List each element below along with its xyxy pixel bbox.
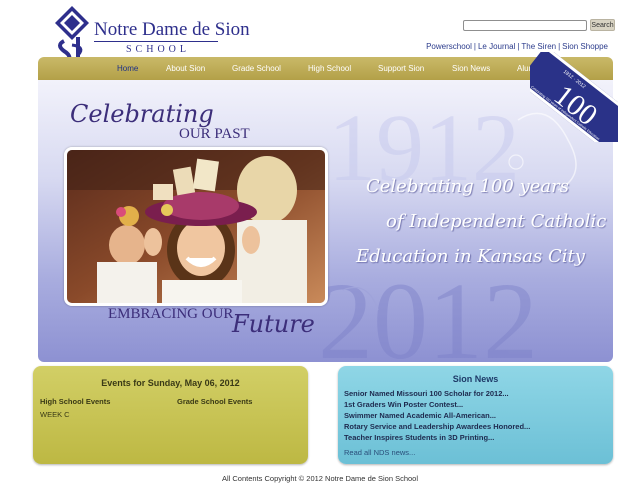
logo-school: SCHOOL [126, 44, 191, 55]
hero-line-1: Celebrating 100 years [366, 176, 569, 197]
news-item[interactable]: 1st Graders Win Poster Contest... [344, 400, 463, 409]
hero-future: Future [232, 310, 315, 338]
hero-year-end: 2012 [318, 260, 538, 362]
nav-grade-school[interactable]: Grade School [232, 64, 281, 73]
hero-our-past: OUR PAST [179, 126, 250, 142]
link-le-journal[interactable]: Le Journal [478, 42, 515, 51]
main-nav: Home About Sion Grade School High School… [38, 57, 613, 80]
search-input[interactable] [463, 20, 587, 31]
news-item[interactable]: Swimmer Named Academic All-American... [344, 411, 496, 420]
nav-high-school[interactable]: High School [308, 64, 351, 73]
hero-line-3: Education in Kansas City [356, 246, 585, 267]
events-title: Events for Sunday, May 06, 2012 [101, 378, 240, 388]
high-school-events-heading: High School Events [40, 397, 111, 406]
nav-about-sion[interactable]: About Sion [166, 64, 205, 73]
link-the-siren[interactable]: The Siren [521, 42, 556, 51]
hero-embracing: EMBRACING OUR [108, 306, 234, 322]
news-item[interactable]: Teacher Inspires Students in 3D Printing… [344, 433, 494, 442]
footer-copyright: All Contents Copyright © 2012 Notre Dame… [221, 474, 419, 483]
grade-school-events-heading: Grade School Events [177, 397, 253, 406]
nav-support-sion[interactable]: Support Sion [378, 64, 424, 73]
events-panel: Events for Sunday, May 06, 2012 High Sch… [33, 366, 308, 464]
link-separator: | [473, 42, 476, 51]
news-item[interactable]: Senior Named Missouri 100 Scholar for 20… [344, 389, 509, 398]
read-all-news-link[interactable]: Read all NDS news... [344, 448, 415, 457]
centennial-badge-icon: 100 1912 · 2012 Celebrating 100 years of… [530, 52, 618, 142]
news-panel: Sion News Senior Named Missouri 100 Scho… [338, 366, 613, 464]
hero-photo [64, 147, 328, 306]
link-sion-shoppe[interactable]: Sion Shoppe [562, 42, 608, 51]
search-button[interactable]: Search [590, 19, 615, 31]
nav-sion-news[interactable]: Sion News [452, 64, 490, 73]
hero-celebrating: Celebrating [70, 100, 214, 128]
hero-banner[interactable]: 1912 2012 Celebrating OUR PAST EMBRACING… [38, 80, 613, 362]
logo-name: Notre Dame de Sion [94, 19, 250, 40]
link-separator: | [517, 42, 520, 51]
news-item[interactable]: Rotary Service and Leadership Awardees H… [344, 422, 530, 431]
link-separator: | [558, 42, 561, 51]
nav-home[interactable]: Home [117, 64, 138, 73]
link-powerschool[interactable]: Powerschool [426, 42, 472, 51]
news-title: Sion News [452, 374, 499, 384]
utility-links: Powerschool | Le Journal | The Siren | Sion Sh… [426, 42, 608, 51]
hero-line-2: of Independent Catholic [386, 211, 607, 232]
logo-divider [94, 41, 218, 42]
high-school-event-item[interactable]: WEEK C [40, 410, 70, 419]
